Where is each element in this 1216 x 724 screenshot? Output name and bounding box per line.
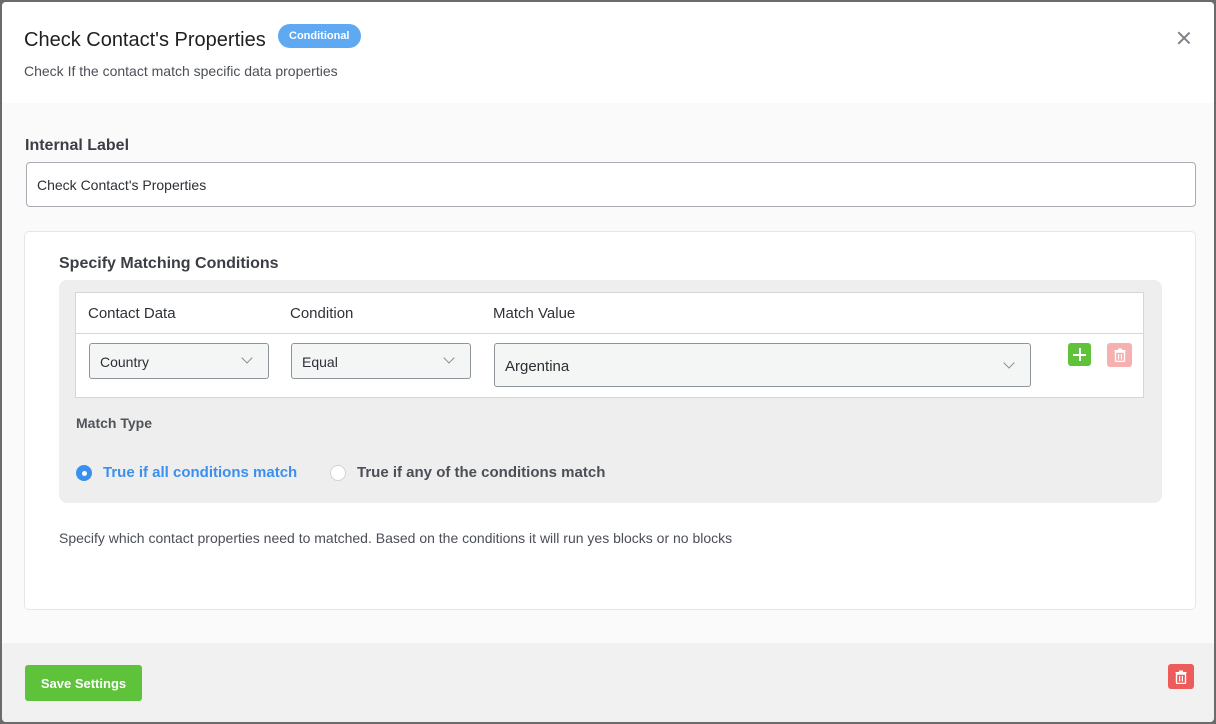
- save-settings-button[interactable]: Save Settings: [25, 665, 142, 701]
- conditions-table: Contact Data Condition Match Value Count…: [75, 292, 1144, 398]
- conditions-card: Specify Matching Conditions Contact Data…: [24, 231, 1196, 610]
- condition-value: Equal: [302, 354, 338, 370]
- delete-block-button[interactable]: [1168, 664, 1194, 689]
- match-value-select[interactable]: Argentina: [494, 343, 1031, 387]
- chevron-down-icon: [443, 352, 455, 364]
- column-header-match-value: Match Value: [493, 305, 576, 322]
- conditions-heading: Specify Matching Conditions: [59, 255, 279, 272]
- internal-label-input[interactable]: [26, 162, 1196, 207]
- radio-all-conditions[interactable]: True if all conditions match: [76, 463, 306, 483]
- contact-data-select[interactable]: Country: [89, 343, 269, 379]
- chevron-down-icon: [241, 352, 253, 364]
- match-type-label: Match Type: [76, 415, 152, 431]
- conditions-box: Contact Data Condition Match Value Count…: [59, 280, 1162, 503]
- chevron-down-icon: [1003, 357, 1015, 369]
- trash-icon: [1175, 670, 1187, 684]
- internal-label-heading: Internal Label: [25, 137, 130, 154]
- modal-dialog: Check Contact's Properties Conditional C…: [2, 2, 1214, 722]
- radio-any-condition[interactable]: True if any of the conditions match: [330, 463, 620, 483]
- column-header-contact-data: Contact Data: [88, 305, 176, 322]
- radio-selected-icon: [76, 465, 92, 481]
- status-badge: Conditional: [278, 24, 361, 48]
- condition-select[interactable]: Equal: [291, 343, 471, 379]
- close-icon[interactable]: [1174, 28, 1194, 48]
- modal-header: Check Contact's Properties Conditional C…: [2, 2, 1214, 103]
- trash-icon: [1114, 348, 1125, 362]
- contact-data-value: Country: [100, 354, 150, 370]
- conditions-table-header: Contact Data Condition Match Value: [76, 293, 1143, 334]
- radio-unselected-icon: [330, 465, 346, 481]
- radio-all-label: True if all conditions match: [103, 464, 298, 481]
- page-subtitle: Check If the contact match specific data…: [24, 63, 338, 79]
- modal-footer: [2, 643, 1214, 722]
- column-header-condition: Condition: [290, 305, 354, 322]
- page-title: Check Contact's Properties: [24, 29, 266, 51]
- match-value-value: Argentina: [505, 358, 570, 375]
- remove-condition-button[interactable]: [1107, 343, 1132, 367]
- help-text: Specify which contact properties need to…: [59, 530, 733, 546]
- radio-any-label: True if any of the conditions match: [357, 464, 606, 481]
- add-condition-button[interactable]: [1068, 343, 1091, 366]
